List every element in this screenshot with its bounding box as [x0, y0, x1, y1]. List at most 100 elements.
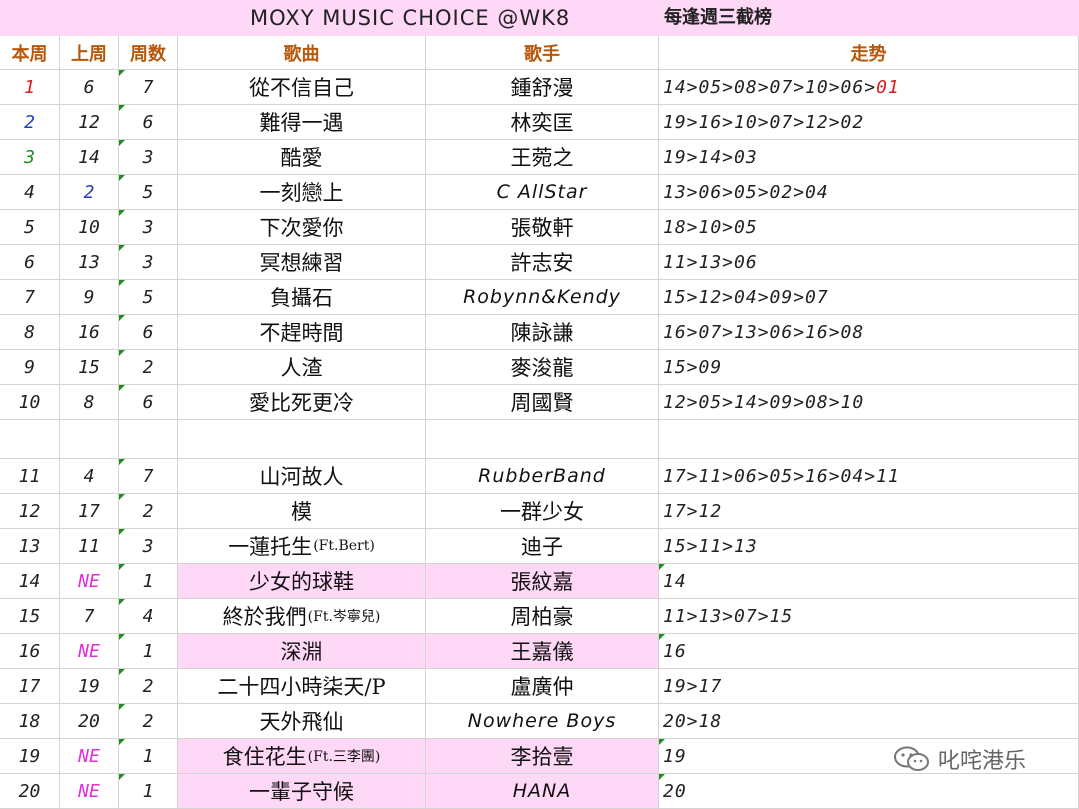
song-featuring: (Ft.Bert) [313, 538, 375, 554]
artist-cell: 王嘉儀 [426, 634, 659, 669]
song-title: 下次愛你 [259, 216, 344, 240]
song-title: 負攝石 [270, 286, 333, 310]
table-row: 4 2 5 一刻戀上 C AllStar 13>06>05>02>04 [0, 175, 1079, 210]
song-cell: 天外飛仙 [178, 704, 426, 739]
last-week-cell: 12 [60, 105, 119, 140]
table-row: 15 7 4 終於我們 (Ft.岑寧兒) 周柏豪 11>13>07>15 [0, 599, 1079, 634]
wechat-icon [894, 746, 929, 771]
song-title: 二十四小時柒天/P [217, 675, 386, 699]
separator-cell [426, 420, 659, 459]
trend-history: 16>07>13>06>16>08 [663, 321, 865, 343]
separator-row [0, 420, 1079, 459]
weeks-cell: 7 [119, 459, 178, 494]
last-week-cell: 11 [60, 529, 119, 564]
weeks-cell: 2 [119, 494, 178, 529]
last-week-cell: 6 [60, 70, 119, 105]
artist-cell: 林奕匡 [426, 105, 659, 140]
artist-cell: Robynn&Kendy [426, 280, 659, 315]
table-row: 18 20 2 天外飛仙 Nowhere Boys 20>18 [0, 704, 1079, 739]
last-week-cell: 20 [60, 704, 119, 739]
separator-cell [60, 420, 119, 459]
last-week-cell: NE [60, 564, 119, 599]
last-week-cell: 9 [60, 280, 119, 315]
rank-cell: 20 [0, 774, 60, 809]
table-row: 20 NE 1 一輩子守候 HANA 20 [0, 774, 1079, 809]
song-cell: 從不信自己 [178, 70, 426, 105]
rank-cell: 11 [0, 459, 60, 494]
rank-cell: 13 [0, 529, 60, 564]
song-title: 難得一遇 [259, 111, 344, 135]
rank-cell: 14 [0, 564, 60, 599]
header-trend: 走势 [659, 36, 1079, 70]
trend-history: 15>12>04>09>07 [663, 286, 829, 308]
trend-cell: 19>16>10>07>12>02 [659, 105, 1079, 140]
last-week-cell: 19 [60, 669, 119, 704]
last-week-cell: 16 [60, 315, 119, 350]
song-title: 一刻戀上 [259, 181, 344, 205]
table-row: 1 6 7 從不信自己 鍾舒漫 14>05>08>07>10>06> 01 [0, 70, 1079, 105]
trend-cell: 15>12>04>09>07 [659, 280, 1079, 315]
weeks-cell: 6 [119, 385, 178, 420]
trend-cell: 12>05>14>09>08>10 [659, 385, 1079, 420]
song-title: 山河故人 [259, 465, 344, 489]
rank-cell: 19 [0, 739, 60, 774]
cutoff-note: 每逢週三截榜 [664, 7, 772, 28]
weeks-cell: 1 [119, 564, 178, 599]
separator-cell [659, 420, 1079, 459]
song-cell: 酷愛 [178, 140, 426, 175]
trend-history: 18>10>05 [663, 216, 758, 238]
song-title: 天外飛仙 [259, 710, 344, 734]
table-row: 9 15 2 人渣 麥浚龍 15>09 [0, 350, 1079, 385]
artist-cell: 周柏豪 [426, 599, 659, 634]
trend-history: 11>13>06 [663, 251, 758, 273]
song-cell: 少女的球鞋 [178, 564, 426, 599]
song-cell: 一蓮托生 (Ft.Bert) [178, 529, 426, 564]
header-last-week: 上周 [60, 36, 119, 70]
last-week-cell: 10 [60, 210, 119, 245]
table-row: 8 16 6 不趕時間 陳詠謙 16>07>13>06>16>08 [0, 315, 1079, 350]
weeks-cell: 3 [119, 245, 178, 280]
trend-history: 19 [663, 745, 687, 767]
artist-cell: C AllStar [426, 175, 659, 210]
rank-cell: 2 [0, 105, 60, 140]
rank-cell: 4 [0, 175, 60, 210]
trend-history: 17>12 [663, 500, 723, 522]
trend-cell: 20 [659, 774, 1079, 809]
artist-cell: 周國賢 [426, 385, 659, 420]
song-title: 終於我們 [222, 605, 307, 629]
last-week-cell: 14 [60, 140, 119, 175]
weeks-cell: 3 [119, 140, 178, 175]
rank-cell: 15 [0, 599, 60, 634]
artist-cell: 盧廣仲 [426, 669, 659, 704]
trend-cell: 19>14>03 [659, 140, 1079, 175]
weeks-cell: 4 [119, 599, 178, 634]
weeks-cell: 6 [119, 105, 178, 140]
table-row: 2 12 6 難得一遇 林奕匡 19>16>10>07>12>02 [0, 105, 1079, 140]
trend-cell: 18>10>05 [659, 210, 1079, 245]
rank-cell: 8 [0, 315, 60, 350]
table-row: 5 10 3 下次愛你 張敬軒 18>10>05 [0, 210, 1079, 245]
rank-cell: 3 [0, 140, 60, 175]
weeks-cell: 5 [119, 280, 178, 315]
song-title: 一蓮托生 [228, 535, 313, 559]
watermark-text: 叱咤港乐 [938, 749, 1027, 774]
table-row: 6 13 3 冥想練習 許志安 11>13>06 [0, 245, 1079, 280]
table-row: 17 19 2 二十四小時柒天/P 盧廣仲 19>17 [0, 669, 1079, 704]
song-title: 食住花生 [222, 745, 307, 769]
trend-cell: 11>13>07>15 [659, 599, 1079, 634]
trend-history: 19>14>03 [663, 146, 758, 168]
last-week-cell: 7 [60, 599, 119, 634]
weeks-cell: 3 [119, 210, 178, 245]
trend-cell: 15>09 [659, 350, 1079, 385]
rank-cell: 17 [0, 669, 60, 704]
weeks-cell: 6 [119, 315, 178, 350]
artist-cell: 麥浚龍 [426, 350, 659, 385]
last-week-cell: NE [60, 739, 119, 774]
last-week-cell: 4 [60, 459, 119, 494]
trend-cell: 14>05>08>07>10>06> 01 [659, 70, 1079, 105]
separator-cell [119, 420, 178, 459]
song-title: 一輩子守候 [249, 780, 354, 804]
artist-cell: 王菀之 [426, 140, 659, 175]
song-cell: 下次愛你 [178, 210, 426, 245]
table-row: 13 11 3 一蓮托生 (Ft.Bert) 迪子 15>11>13 [0, 529, 1079, 564]
